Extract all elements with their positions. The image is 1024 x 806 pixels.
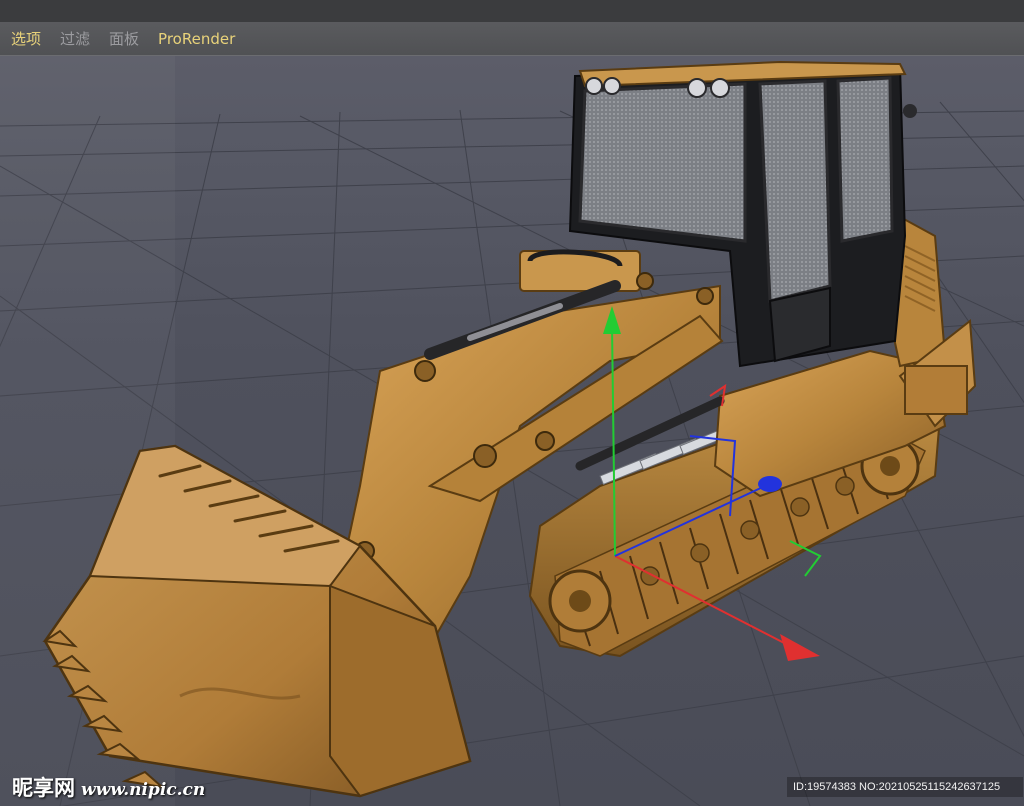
- watermark-id: ID:19574383 NO:20210525115242637125: [787, 777, 1023, 797]
- watermark-logo: 昵享网 www.nipic.cn: [12, 772, 205, 802]
- watermark-url: www.nipic.cn: [81, 780, 206, 800]
- watermark-brand: 昵享网: [12, 776, 75, 800]
- menu-prorender[interactable]: ProRender: [150, 30, 243, 48]
- menu-panel[interactable]: 面板: [101, 28, 147, 49]
- title-bar: [0, 0, 1024, 22]
- viewport-canvas: [0, 60, 1024, 806]
- menu-filter[interactable]: 过滤: [52, 28, 98, 49]
- menu-options[interactable]: 选项: [3, 28, 49, 49]
- 3d-viewport[interactable]: [0, 56, 1024, 806]
- viewport-menubar: 选项 过滤 面板 ProRender: [0, 22, 1024, 56]
